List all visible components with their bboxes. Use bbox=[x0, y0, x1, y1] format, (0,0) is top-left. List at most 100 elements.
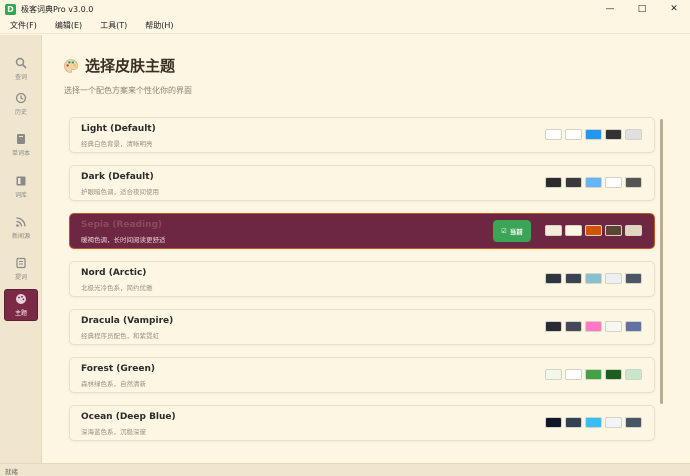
current-theme-badge: ☑ 当前 bbox=[493, 220, 531, 242]
sidebar-item-label: 主题 bbox=[14, 310, 27, 317]
color-swatch bbox=[565, 417, 582, 428]
color-swatch bbox=[545, 369, 562, 380]
palette-icon bbox=[63, 58, 79, 74]
color-swatches bbox=[545, 273, 642, 284]
color-swatch bbox=[605, 177, 622, 188]
theme-card-dark[interactable]: Dark (Default) 护眼暗色调，适合夜间使用 bbox=[69, 165, 655, 201]
theme-card-light[interactable]: Light (Default) 经典白色背景，清晰明亮 bbox=[69, 117, 655, 153]
scrollbar-thumb[interactable] bbox=[660, 119, 663, 404]
menu-file[interactable]: 文件(F) bbox=[10, 20, 37, 31]
color-swatches bbox=[545, 417, 642, 428]
menu-bar: 文件(F) 编辑(E) 工具(T) 帮助(H) bbox=[0, 18, 690, 34]
color-swatches bbox=[545, 177, 642, 188]
theme-name: Dracula (Vampire) bbox=[81, 316, 174, 326]
sidebar-item-label: 历史 bbox=[14, 109, 27, 116]
rss-icon bbox=[15, 216, 27, 228]
sidebar-item-library[interactable]: 词库 bbox=[4, 171, 38, 203]
color-swatches bbox=[545, 369, 642, 380]
sidebar-item-wordbook[interactable]: 单词本 bbox=[4, 129, 38, 161]
status-text: 就绪 bbox=[5, 468, 18, 476]
title-bar: D 极客词典Pro v3.0.0 — □ ✕ bbox=[0, 0, 690, 18]
color-swatch bbox=[545, 129, 562, 140]
page-header: 选择皮肤主题 bbox=[63, 55, 175, 76]
sidebar-item-history[interactable]: 历史 bbox=[4, 88, 38, 120]
sidebar-item-label: 查词 bbox=[14, 74, 27, 81]
minimize-button[interactable]: — bbox=[594, 0, 626, 18]
sidebar-item-lookup[interactable]: 查词 bbox=[4, 53, 38, 85]
palette-icon bbox=[15, 293, 27, 305]
color-swatch bbox=[625, 177, 642, 188]
color-swatch bbox=[545, 417, 562, 428]
color-swatch bbox=[545, 177, 562, 188]
theme-description: 经典程序员配色，和紫霓虹 bbox=[81, 332, 159, 340]
color-swatch bbox=[585, 273, 602, 284]
color-swatch bbox=[585, 417, 602, 428]
history-icon bbox=[15, 92, 27, 104]
page-title: 选择皮肤主题 bbox=[85, 57, 176, 75]
theme-description: 经典白色背景，清晰明亮 bbox=[81, 140, 153, 148]
color-swatch bbox=[585, 177, 602, 188]
color-swatch bbox=[625, 225, 642, 236]
theme-description: 深海蓝色系，沉稳深邃 bbox=[81, 428, 146, 436]
sidebar: 查词 历史 单词本 词库 新闻源 提词 主题 bbox=[0, 35, 42, 463]
color-swatch bbox=[605, 321, 622, 332]
check-icon: ☑ bbox=[501, 227, 507, 235]
theme-card-dracula[interactable]: Dracula (Vampire) 经典程序员配色，和紫霓虹 bbox=[69, 309, 655, 345]
color-swatch bbox=[585, 369, 602, 380]
color-swatch bbox=[565, 321, 582, 332]
menu-edit[interactable]: 编辑(E) bbox=[55, 20, 82, 31]
color-swatch bbox=[545, 225, 562, 236]
color-swatch bbox=[605, 225, 622, 236]
color-swatch bbox=[625, 273, 642, 284]
color-swatch bbox=[625, 321, 642, 332]
theme-name: Ocean (Deep Blue) bbox=[81, 412, 176, 422]
badge-label: 当前 bbox=[509, 228, 523, 236]
color-swatch bbox=[605, 129, 622, 140]
color-swatch bbox=[605, 273, 622, 284]
maximize-button[interactable]: □ bbox=[626, 0, 658, 18]
app-icon: D bbox=[5, 3, 16, 15]
color-swatch bbox=[545, 273, 562, 284]
note-icon bbox=[15, 257, 27, 269]
theme-card-nord[interactable]: Nord (Arctic) 北极光冷色系，简约优雅 bbox=[69, 261, 655, 297]
theme-card-sepia[interactable]: Sepia (Reading) 暖褐色调，长时间阅读更舒适 ☑ 当前 bbox=[69, 213, 655, 249]
window-title: 极客词典Pro v3.0.0 bbox=[21, 4, 94, 14]
library-icon bbox=[15, 175, 27, 187]
theme-description: 北极光冷色系，简约优雅 bbox=[81, 284, 153, 292]
menu-help[interactable]: 帮助(H) bbox=[145, 20, 173, 31]
sidebar-item-label: 提词 bbox=[14, 274, 27, 281]
close-button[interactable]: ✕ bbox=[658, 0, 690, 18]
color-swatches bbox=[545, 129, 642, 140]
theme-name: Nord (Arctic) bbox=[81, 268, 147, 278]
color-swatch bbox=[585, 129, 602, 140]
main-content: 选择皮肤主题 选择一个配色方案来个性化你的界面 Light (Default) … bbox=[43, 35, 690, 463]
theme-card-ocean[interactable]: Ocean (Deep Blue) 深海蓝色系，沉稳深邃 bbox=[69, 405, 655, 441]
book-icon bbox=[15, 133, 27, 145]
color-swatch bbox=[585, 225, 602, 236]
window-controls: — □ ✕ bbox=[594, 0, 690, 18]
sidebar-item-theme[interactable]: 主题 bbox=[4, 289, 38, 321]
sidebar-item-label: 单词本 bbox=[11, 150, 30, 157]
theme-card-forest[interactable]: Forest (Green) 森林绿色系，自然清新 bbox=[69, 357, 655, 393]
theme-name: Sepia (Reading) bbox=[81, 220, 163, 230]
scrollbar[interactable] bbox=[660, 119, 663, 404]
theme-description: 护眼暗色调，适合夜间使用 bbox=[81, 188, 159, 196]
theme-name: Forest (Green) bbox=[81, 364, 155, 374]
theme-name: Light (Default) bbox=[81, 124, 156, 134]
color-swatch bbox=[565, 225, 582, 236]
color-swatch bbox=[565, 177, 582, 188]
sidebar-item-notes[interactable]: 提词 bbox=[4, 253, 38, 285]
color-swatch bbox=[605, 417, 622, 428]
color-swatch bbox=[565, 273, 582, 284]
color-swatches bbox=[545, 321, 642, 332]
theme-description: 森林绿色系，自然清新 bbox=[81, 380, 146, 388]
menu-tools[interactable]: 工具(T) bbox=[100, 20, 127, 31]
color-swatch bbox=[605, 369, 622, 380]
color-swatch bbox=[565, 129, 582, 140]
color-swatch bbox=[625, 369, 642, 380]
color-swatch bbox=[565, 369, 582, 380]
color-swatch bbox=[625, 129, 642, 140]
theme-name: Dark (Default) bbox=[81, 172, 154, 182]
sidebar-item-news[interactable]: 新闻源 bbox=[4, 212, 38, 244]
theme-description: 暖褐色调，长时间阅读更舒适 bbox=[81, 236, 166, 244]
